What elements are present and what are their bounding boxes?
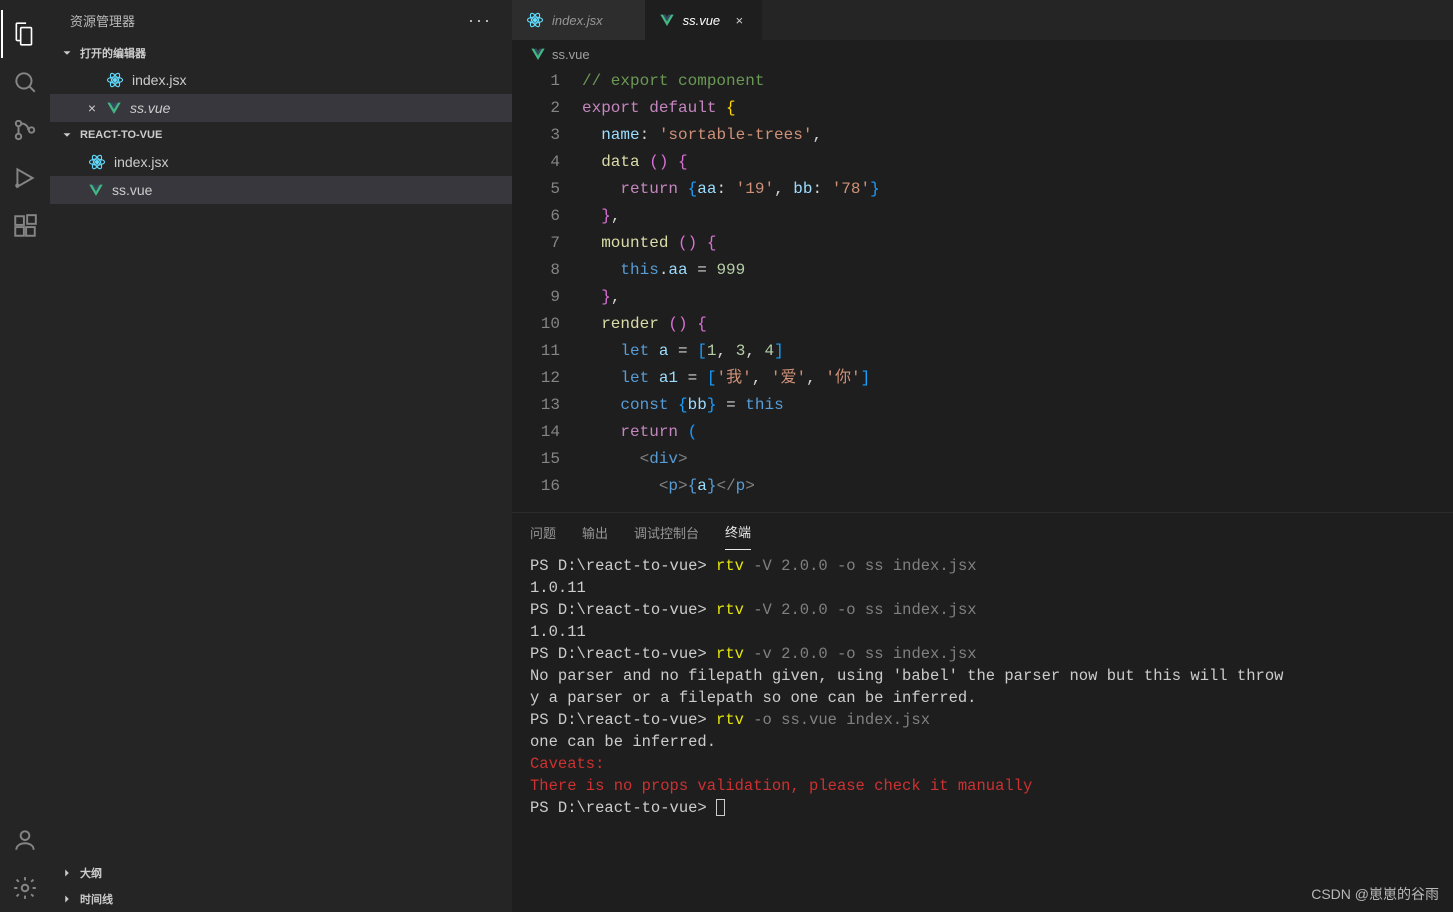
- chevron-right-icon: [60, 892, 74, 906]
- sidebar-title: 资源管理器 ···: [50, 0, 512, 40]
- open-editors-section[interactable]: 打开的编辑器: [50, 40, 512, 66]
- file-name: ss.vue: [112, 182, 152, 198]
- editor-tab[interactable]: index.jsx: [512, 0, 645, 40]
- explorer-icon[interactable]: [1, 10, 49, 58]
- chevron-down-icon: [60, 128, 74, 142]
- project-section[interactable]: REACT-TO-VUE: [50, 122, 512, 148]
- vue-icon: [106, 100, 122, 116]
- close-icon[interactable]: ×: [82, 100, 102, 116]
- close-icon[interactable]: ×: [730, 13, 748, 28]
- chevron-down-icon: [60, 46, 74, 60]
- open-editor-item[interactable]: index.jsx: [50, 66, 512, 94]
- react-icon: [88, 153, 106, 171]
- file-item[interactable]: ss.vue: [50, 176, 512, 204]
- react-icon: [526, 11, 544, 29]
- panel-tab[interactable]: 问题: [530, 515, 556, 550]
- open-editor-item[interactable]: × ss.vue: [50, 94, 512, 122]
- file-name: index.jsx: [132, 72, 186, 88]
- panel-tabs: 问题输出调试控制台终端: [512, 513, 1453, 551]
- file-name: ss.vue: [130, 100, 170, 116]
- activity-bar: [0, 0, 50, 912]
- terminal-output[interactable]: PS D:\react-to-vue> rtv -V 2.0.0 -o ss i…: [512, 551, 1453, 912]
- react-icon: [106, 71, 124, 89]
- vue-icon: [659, 12, 675, 28]
- file-name: index.jsx: [114, 154, 168, 170]
- outline-section[interactable]: 大纲: [50, 860, 512, 886]
- panel-tab[interactable]: 输出: [582, 515, 608, 550]
- extensions-icon[interactable]: [1, 202, 49, 250]
- breadcrumb[interactable]: ss.vue: [512, 40, 1453, 68]
- run-debug-icon[interactable]: [1, 154, 49, 202]
- watermark: CSDN @崽崽的谷雨: [1311, 884, 1439, 904]
- bottom-panel: 问题输出调试控制台终端 PS D:\react-to-vue> rtv -V 2…: [512, 512, 1453, 912]
- vue-icon: [530, 46, 546, 62]
- chevron-right-icon: [60, 866, 74, 880]
- settings-gear-icon[interactable]: [1, 864, 49, 912]
- tab-label: index.jsx: [552, 13, 603, 28]
- timeline-section[interactable]: 时间线: [50, 886, 512, 912]
- search-icon[interactable]: [1, 58, 49, 106]
- vue-icon: [88, 182, 104, 198]
- source-control-icon[interactable]: [1, 106, 49, 154]
- editor-tab[interactable]: ss.vue ×: [645, 0, 763, 40]
- panel-tab[interactable]: 终端: [725, 514, 751, 550]
- more-icon[interactable]: ···: [468, 10, 492, 31]
- code-editor[interactable]: 12345678910111213141516 // export compon…: [512, 68, 1453, 512]
- explorer-sidebar: 资源管理器 ··· 打开的编辑器 index.jsx × ss.vue REACT-…: [50, 0, 512, 912]
- file-item[interactable]: index.jsx: [50, 148, 512, 176]
- editor-group: index.jsx ss.vue × ss.vue 1234567891011121…: [512, 0, 1453, 912]
- tab-label: ss.vue: [683, 13, 721, 28]
- account-icon[interactable]: [1, 816, 49, 864]
- editor-tabs: index.jsx ss.vue ×: [512, 0, 1453, 40]
- panel-tab[interactable]: 调试控制台: [634, 515, 699, 550]
